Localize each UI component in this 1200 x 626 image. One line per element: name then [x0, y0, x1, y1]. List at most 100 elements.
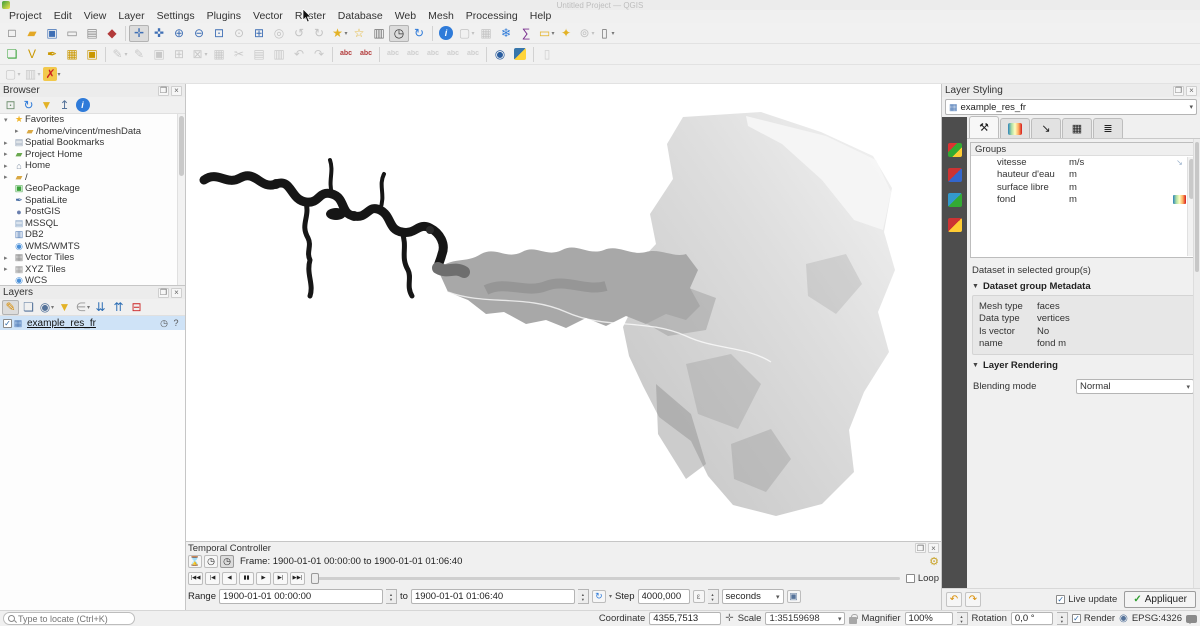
- apply-button[interactable]: ✓ Appliquer: [1124, 591, 1196, 608]
- new-print-layout-icon[interactable]: ▭: [62, 25, 82, 42]
- expander-icon[interactable]: ▸: [4, 150, 13, 158]
- filter-browser-icon[interactable]: ▼: [38, 98, 55, 113]
- style-redo-icon[interactable]: ↷: [965, 592, 981, 607]
- browser-item-geopackage[interactable]: ▣ GeoPackage: [0, 183, 185, 195]
- vertex-tool-icon[interactable]: ⊠: [189, 46, 209, 63]
- undo-icon[interactable]: ↶: [289, 46, 309, 63]
- loop-control[interactable]: Loop: [906, 573, 939, 584]
- loop-checkbox[interactable]: [906, 574, 915, 583]
- statistical-summary-icon[interactable]: ∑: [516, 25, 536, 42]
- colors-icon[interactable]: [945, 191, 964, 209]
- browser-item-wcs[interactable]: ◉ WCS: [0, 275, 185, 285]
- zoom-native-icon[interactable]: ◎: [269, 25, 289, 42]
- fixed-range-icon[interactable]: ◷: [204, 555, 218, 568]
- expander-icon[interactable]: ▾: [4, 116, 13, 124]
- select-by-value-icon[interactable]: ▥: [22, 67, 42, 82]
- properties-widget-icon[interactable]: ↥: [56, 98, 73, 113]
- lock-scale-icon[interactable]: [849, 617, 857, 624]
- zoom-to-selection-icon[interactable]: ⊙: [229, 25, 249, 42]
- label-change-icon[interactable]: abc: [463, 46, 483, 63]
- browser-item-xyz-tiles[interactable]: ▸ ▦ XYZ Tiles: [0, 264, 185, 276]
- pan-map-icon[interactable]: ✛: [129, 25, 149, 42]
- new-virtual-layer-icon[interactable]: ▣: [82, 46, 102, 63]
- play-forward-button[interactable]: ▶: [256, 572, 271, 585]
- temporal-settings-gear-icon[interactable]: ⚙: [929, 555, 939, 568]
- zoom-in-icon[interactable]: ⊕: [169, 25, 189, 42]
- zoom-full-icon[interactable]: ⊡: [209, 25, 229, 42]
- menu-item[interactable]: Help: [524, 10, 558, 23]
- cut-features-icon[interactable]: ✂: [229, 46, 249, 63]
- group-surface[interactable]: surface libre m: [971, 181, 1196, 194]
- close-panel-icon[interactable]: ×: [171, 86, 182, 96]
- browser-item-project-home[interactable]: ▸ ▰ Project Home: [0, 149, 185, 161]
- float-panel-icon[interactable]: ❐: [915, 543, 926, 553]
- menu-item[interactable]: Settings: [151, 10, 201, 23]
- layer-row[interactable]: ▦ example_res_fr ◷ ?: [0, 316, 185, 330]
- layout-manager-icon[interactable]: ▤: [82, 25, 102, 42]
- filter-expression-icon[interactable]: ∈: [74, 300, 91, 315]
- style-undo-icon[interactable]: ↶: [946, 592, 962, 607]
- group-fond[interactable]: fond m: [971, 194, 1196, 207]
- float-panel-icon[interactable]: ❐: [158, 288, 169, 298]
- skip-end-button[interactable]: ▶▶|: [290, 572, 305, 585]
- group-vitesse[interactable]: vitesse m/s ↘: [971, 156, 1196, 169]
- copy-features-icon[interactable]: ▤: [249, 46, 269, 63]
- toggle-editing-icon[interactable]: ✎: [129, 46, 149, 63]
- metadata-section-header[interactable]: ▼ Dataset group Metadata: [967, 277, 1200, 294]
- browser-item-postgis[interactable]: ● PostGIS: [0, 206, 185, 218]
- attribute-table-icon[interactable]: ▦: [476, 25, 496, 42]
- tab-contours[interactable]: [1000, 118, 1030, 138]
- menu-item[interactable]: Database: [332, 10, 389, 23]
- remove-layer-icon[interactable]: ⊟: [128, 300, 145, 315]
- group-render-icon[interactable]: ↘: [1173, 158, 1186, 167]
- range-start-spinner[interactable]: ▴▾: [386, 589, 397, 604]
- range-end-spinner[interactable]: ▴▾: [578, 589, 589, 604]
- live-update-control[interactable]: Live update: [1056, 594, 1117, 605]
- animated-navigation-icon[interactable]: ◷: [220, 555, 234, 568]
- step-spinner[interactable]: ▴▾: [708, 589, 719, 604]
- python-console-icon[interactable]: [510, 46, 530, 63]
- new-spatialite-layer-icon[interactable]: ✒: [42, 46, 62, 63]
- range-start-input[interactable]: [219, 589, 383, 604]
- browser-item-favorites[interactable]: ▾ ★ Favorites: [0, 114, 185, 126]
- magnifier-input[interactable]: [905, 612, 953, 625]
- scale-select[interactable]: 1:35159698 ▾: [765, 612, 845, 625]
- close-panel-icon[interactable]: ×: [171, 288, 182, 298]
- browser-item-vector-tiles[interactable]: ▸ ▦ Vector Tiles: [0, 252, 185, 264]
- layer-visibility-checkbox[interactable]: [3, 319, 12, 328]
- expander-icon[interactable]: ▸: [4, 265, 13, 273]
- float-panel-icon[interactable]: ❐: [1173, 86, 1184, 96]
- map-tips-icon[interactable]: ✦: [556, 25, 576, 42]
- select-by-area-icon[interactable]: ▢: [2, 67, 22, 82]
- filter-legend-icon[interactable]: ▼: [56, 300, 73, 315]
- browser-info-icon[interactable]: i: [74, 98, 91, 113]
- expression-icon[interactable]: ε: [693, 590, 705, 603]
- label-move-icon[interactable]: abc: [423, 46, 443, 63]
- menu-item[interactable]: View: [78, 10, 113, 23]
- menu-item[interactable]: Edit: [48, 10, 78, 23]
- open-project-icon[interactable]: ▰: [22, 25, 42, 42]
- locator-search[interactable]: [3, 612, 135, 625]
- extents-icon[interactable]: ✛: [725, 613, 733, 624]
- browser-item-mssql[interactable]: ▤ MSSQL: [0, 218, 185, 230]
- browser-item-wms[interactable]: ◉ WMS/WMTS: [0, 241, 185, 253]
- refresh-range-icon[interactable]: ↻: [592, 590, 606, 603]
- style-manager-icon[interactable]: ◆: [102, 25, 122, 42]
- browser-item-home[interactable]: ▸ ⌂ Home: [0, 160, 185, 172]
- styling-layer-select[interactable]: ▦ example_res_fr ▾: [945, 99, 1197, 115]
- new-shapefile-layer-icon[interactable]: V: [22, 46, 42, 63]
- step-unit-select[interactable]: seconds ▾: [722, 589, 784, 604]
- save-project-icon[interactable]: ▣: [42, 25, 62, 42]
- zoom-next-icon[interactable]: ↻: [309, 25, 329, 42]
- new-map-view-icon[interactable]: ▥: [369, 25, 389, 42]
- render-checkbox[interactable]: [1072, 614, 1081, 623]
- manage-map-themes-icon[interactable]: ◉: [38, 300, 55, 315]
- browser-scrollbar[interactable]: [177, 114, 185, 285]
- zoom-out-icon[interactable]: ⊖: [189, 25, 209, 42]
- expand-all-icon[interactable]: ⇊: [92, 300, 109, 315]
- delete-selected-icon[interactable]: ▦: [209, 46, 229, 63]
- identify-features-icon[interactable]: i: [436, 25, 456, 42]
- browser-item-meshdata[interactable]: ▸ ▰ /home/vincent/meshData: [0, 126, 185, 138]
- layer-diagram-icon[interactable]: abc: [356, 46, 376, 63]
- scrollbar-thumb[interactable]: [179, 116, 184, 176]
